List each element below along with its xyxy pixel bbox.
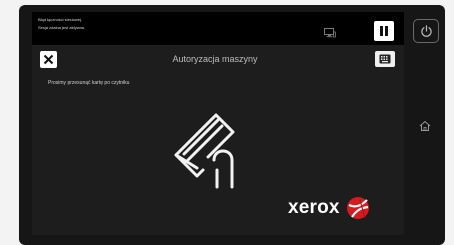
keyboard-button[interactable] (375, 51, 395, 67)
home-button[interactable] (418, 119, 432, 133)
status-message-network: Błąd łączności sieciowej. (38, 17, 83, 22)
pause-icon-bar (385, 26, 388, 36)
close-icon (43, 54, 54, 65)
xerox-logo: xerox (288, 196, 370, 220)
home-icon (419, 120, 431, 131)
brand-name: xerox (288, 197, 340, 218)
pause-icon (380, 26, 383, 36)
xerox-sphere-icon (346, 197, 369, 219)
close-button[interactable] (40, 51, 57, 68)
instruction-text: Prosimy przesunąć kartę po czytniku (48, 80, 130, 86)
power-button[interactable] (413, 19, 439, 43)
pause-button[interactable] (374, 21, 394, 41)
page-title: Autoryzacja maszyny (172, 54, 258, 64)
card-swipe-icon (170, 108, 250, 197)
status-bar (32, 12, 404, 45)
status-message-remote: Sesja zdalna jest aktywna. (38, 25, 86, 30)
power-icon (421, 25, 432, 37)
keyboard-icon (379, 54, 391, 64)
monitor-icon[interactable] (324, 25, 336, 38)
